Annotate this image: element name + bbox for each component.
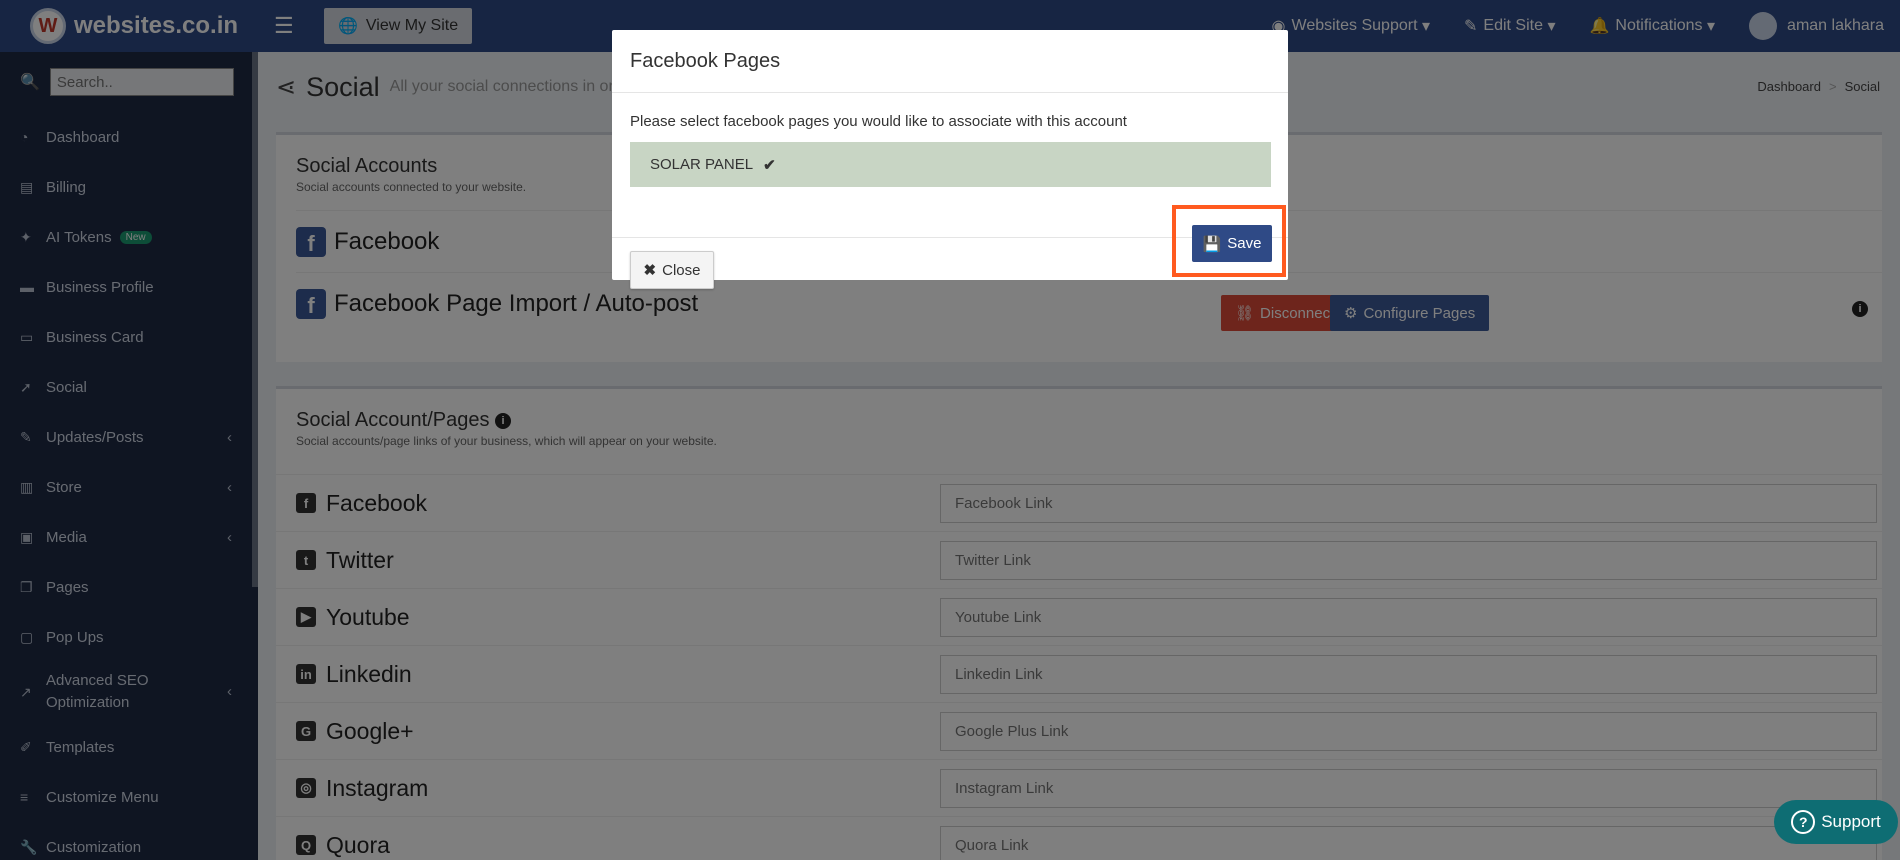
save-label: Save xyxy=(1227,235,1262,252)
close-button[interactable]: ✖ Close xyxy=(630,251,714,289)
modal-instruction: Please select facebook pages you would l… xyxy=(630,113,1127,130)
modal-title: Facebook Pages xyxy=(612,30,1288,93)
page-option-solar-panel[interactable]: SOLAR PANEL ✔ xyxy=(630,142,1271,187)
check-icon: ✔ xyxy=(763,156,776,174)
floppy-icon: 💾 xyxy=(1202,235,1222,253)
save-button[interactable]: 💾 Save xyxy=(1192,225,1272,262)
support-button[interactable]: ? Support xyxy=(1774,800,1898,844)
question-icon: ? xyxy=(1791,810,1816,834)
close-icon: ✖ xyxy=(643,262,657,279)
page-option-label: SOLAR PANEL xyxy=(650,156,754,173)
support-label: Support xyxy=(1821,812,1881,831)
close-label: Close xyxy=(662,261,701,279)
